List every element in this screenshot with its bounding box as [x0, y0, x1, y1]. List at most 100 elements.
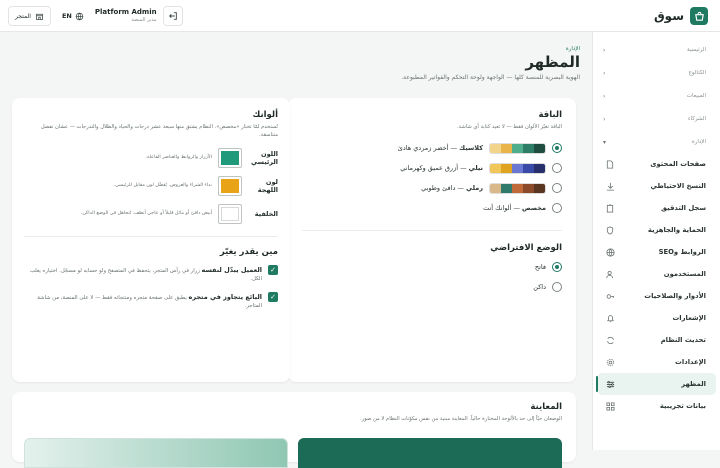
checkbox-vendor[interactable]: ✓ [268, 291, 278, 302]
sidebar: الرئيسية ‹ الكتالوج ‹ المبيعات ‹ الشركاء ‹ ا… [592, 32, 720, 450]
sidebar-item-system-update[interactable]: تحديث النظام [593, 329, 720, 351]
preview-title: المعاينة [530, 402, 562, 412]
file-icon [605, 159, 615, 169]
sidebar-item-users[interactable]: المستخدمون [593, 263, 720, 285]
breadcrumb[interactable]: الإدارة [12, 46, 580, 52]
package-option-custom[interactable]: مخصص — ألوانك أنت [302, 198, 562, 218]
sidebar-item-label: النسخ الاحتياطي [650, 182, 706, 190]
lang-label: EN [61, 12, 72, 20]
section-label: الكتالوج [688, 70, 706, 76]
section-label: الإدارة [691, 139, 706, 145]
sidebar-item-label: الإشعارات [672, 314, 706, 322]
sidebar-item-label: الحماية والجاهزية [647, 226, 706, 234]
background-color-picker[interactable] [218, 203, 242, 224]
store-icon [36, 13, 43, 20]
sliders-icon [605, 379, 615, 389]
color-label: لون اللهجة [257, 177, 278, 194]
color-desc: أبيض دافئ أو مائل قليلاً أو عاجي أنظف. ت… [80, 211, 212, 217]
page-title: المظهر [525, 53, 580, 71]
colors-title: ألوانك [252, 110, 278, 120]
divider [24, 235, 278, 237]
color-label: اللون الرئيسي [251, 149, 278, 166]
radio-sand[interactable] [552, 183, 562, 193]
package-option-sand[interactable]: رملي — دافئ وطوبي [302, 178, 562, 198]
color-swatch [221, 206, 239, 221]
color-desc: الأزرار والروابط والعناصر الفاعلة. [145, 155, 212, 161]
mode-option-dark[interactable]: داكن [302, 277, 562, 297]
palette-swatches [489, 162, 546, 174]
sidebar-item-demo-data[interactable]: بيانات تجريبية [593, 395, 720, 417]
who-option-customer[interactable]: ✓ العميل يبدّل لنفسه زرار في رأس المتجر،… [24, 264, 278, 284]
sidebar-item-notifications[interactable]: الإشعارات [593, 307, 720, 329]
preview-dark-pane [298, 438, 562, 468]
chevron-down-icon: ▾ [603, 138, 607, 146]
chevron-left-icon: ‹ [603, 69, 606, 77]
sidebar-item-appearance[interactable]: المظهر [596, 373, 716, 395]
brand[interactable]: سوق [654, 7, 708, 25]
download-icon [605, 181, 615, 191]
bell-icon [605, 313, 615, 323]
user-info[interactable]: Platform Admin مدير المنصة [95, 9, 157, 23]
color-swatch [221, 178, 239, 193]
preview-light-pane [24, 438, 288, 468]
sidebar-item-settings[interactable]: الإعدادات [593, 351, 720, 373]
sidebar-item-security[interactable]: الحماية والجاهزية [593, 219, 720, 241]
page-subtitle: الهوية البصرية للمنصة كلها — الواجهة ولو… [401, 74, 580, 81]
section-label: الرئيسية [687, 47, 706, 53]
store-logo-icon [690, 7, 708, 25]
color-row-background: الخلفية أبيض دافئ أو مائل قليلاً أو عاجي… [24, 203, 278, 224]
sidebar-item-backup[interactable]: النسخ الاحتياطي [593, 175, 720, 197]
color-desc: نداء الشراء والعروض. يُفضّل لون مقابل لل… [113, 183, 212, 189]
sidebar-item-label: المظهر [681, 380, 706, 388]
sidebar-section-admin[interactable]: الإدارة ▾ [593, 131, 720, 153]
logout-icon [168, 12, 177, 20]
who-option-text: البائع يتجاوز في متجره يطبق على صفحة متج… [37, 292, 262, 309]
package-card: الباقة الباقة تغيّر الألوان فقط — لا تعي… [288, 98, 576, 382]
checkbox-customer[interactable]: ✓ [268, 264, 278, 275]
sidebar-item-label: تحديث النظام [660, 336, 706, 344]
sidebar-section-partners[interactable]: الشركاء ‹ [593, 108, 720, 130]
sidebar-section-sales[interactable]: المبيعات ‹ [593, 85, 720, 107]
user-role: مدير المنصة [131, 17, 157, 23]
sidebar-item-audit-log[interactable]: سجل التدقيق [593, 197, 720, 219]
package-option-indigo[interactable]: نيلي — أزرق عميق وكهرماني [302, 158, 562, 178]
package-option-label: نيلي — أزرق عميق وكهرماني [400, 164, 483, 172]
chevron-left-icon: ‹ [603, 46, 606, 54]
users-icon [605, 269, 615, 279]
package-option-label: مخصص — ألوانك أنت [483, 204, 546, 212]
primary-color-picker[interactable] [218, 147, 242, 168]
chevron-left-icon: ‹ [603, 92, 606, 100]
grid-icon [605, 401, 615, 411]
accent-color-picker[interactable] [218, 175, 242, 196]
radio-indigo[interactable] [552, 163, 562, 173]
radio-light[interactable] [552, 262, 562, 272]
radio-classic[interactable] [552, 143, 562, 153]
sidebar-section-catalog[interactable]: الكتالوج ‹ [593, 62, 720, 84]
palette-swatches [489, 142, 546, 154]
radio-custom[interactable] [552, 203, 562, 213]
clipboard-icon [605, 203, 615, 213]
section-label: المبيعات [686, 93, 706, 99]
store-button[interactable]: المتجر [8, 6, 51, 26]
who-option-vendor[interactable]: ✓ البائع يتجاوز في متجره يطبق على صفحة م… [24, 291, 278, 311]
mode-option-label: فاتح [534, 263, 546, 271]
sidebar-section-home[interactable]: الرئيسية ‹ [593, 39, 720, 61]
sidebar-item-seo[interactable]: الروابط وSEO [593, 241, 720, 263]
preview-hint: الوضعان حيّاً إلى حد بالألوحة المختارة ح… [360, 416, 562, 422]
top-actions: Platform Admin مدير المنصة EN المتجر [8, 6, 183, 26]
logout-button[interactable] [162, 6, 183, 26]
sidebar-item-label: الإعدادات [675, 358, 706, 366]
mode-option-light[interactable]: فاتح [302, 257, 562, 277]
package-title: الباقة [538, 110, 563, 120]
sidebar-item-content-pages[interactable]: صفحات المحتوى [593, 153, 720, 175]
language-switch[interactable]: EN [57, 6, 89, 26]
preview-card: المعاينة الوضعان حيّاً إلى حد بالألوحة ا… [12, 392, 576, 468]
sidebar-item-label: بيانات تجريبية [659, 402, 706, 410]
package-option-classic[interactable]: كلاسيك — أخضر زمردي هادئ [302, 138, 562, 158]
radio-dark[interactable] [552, 282, 562, 292]
color-row-primary: اللون الرئيسي الأزرار والروابط والعناصر … [24, 147, 278, 168]
sidebar-item-roles[interactable]: الأدوار والصلاحيات [593, 285, 720, 307]
refresh-icon [605, 335, 615, 345]
store-label: المتجر [15, 12, 31, 20]
palette-swatches [489, 182, 546, 194]
